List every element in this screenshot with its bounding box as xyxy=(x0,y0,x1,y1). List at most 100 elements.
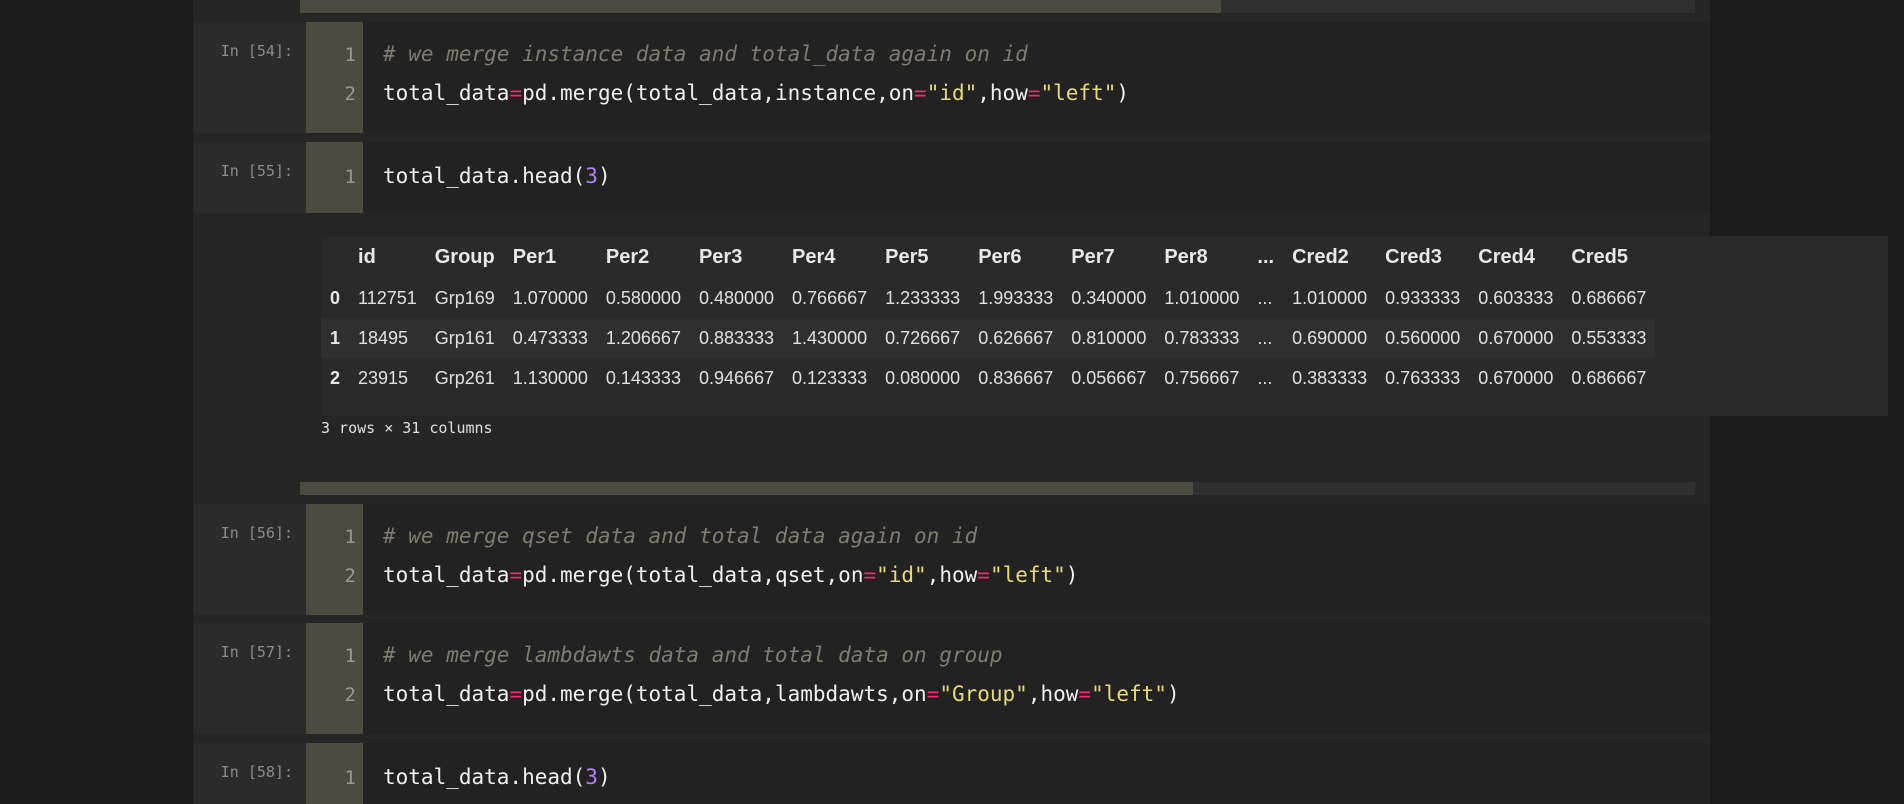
token-number: 3 xyxy=(585,765,598,789)
code-line: total_data.head(3) xyxy=(383,164,611,188)
line-number: 2 xyxy=(344,83,356,105)
table-cell: 0.670000 xyxy=(1478,367,1554,388)
line-number-gutter xyxy=(306,22,363,133)
token-string: "id" xyxy=(926,81,978,105)
table-cell: 1.993333 xyxy=(978,287,1054,308)
scrollbar-thumb[interactable] xyxy=(300,482,1193,495)
column-header: Per3 xyxy=(698,245,743,268)
cell-prompt: In [56]: xyxy=(220,524,293,542)
code-cell-54[interactable]: In [54]: 1 # we merge instance data and … xyxy=(193,22,1710,133)
dataframe-table[interactable]: id Group Per1 Per2 Per3 Per4 Per5 Per6 Per7 Per8.… xyxy=(321,236,1888,416)
column-header: Per4 xyxy=(792,245,836,268)
table-cell: 1.430000 xyxy=(792,327,868,348)
table-row: 2 23915 Grp261 1.130000 0.143333 0.946667 0.12… xyxy=(321,358,1655,398)
row-index: 2 xyxy=(330,367,341,388)
scrollbar-thumb[interactable] xyxy=(300,0,1221,13)
table-cell: Grp161 xyxy=(434,327,495,348)
cell-prompt: In [55]: xyxy=(220,162,293,180)
token-var: total_data xyxy=(383,682,510,706)
code-editor[interactable]: 1 # we merge qset data and total data ag… xyxy=(306,504,1710,615)
table-cell: 0.056667 xyxy=(1071,367,1147,388)
table-cell: 0.810000 xyxy=(1071,327,1147,348)
row-index: 1 xyxy=(330,327,341,348)
line-number-gutter xyxy=(306,504,363,615)
table-cell: 0.756667 xyxy=(1164,367,1240,388)
table-cell: 0.553333 xyxy=(1571,327,1647,348)
token-op: = xyxy=(926,682,940,706)
table-cell: 0.686667 xyxy=(1571,287,1647,308)
table-cell: ... xyxy=(1257,367,1273,388)
code-cell-55[interactable]: In [55]: 1 total_data.head(3) xyxy=(193,142,1710,213)
cell-prompt: In [58]: xyxy=(220,763,293,781)
token-text: ,how xyxy=(926,563,978,587)
table-cell: 0.690000 xyxy=(1292,327,1368,348)
table-cell: 0.670000 xyxy=(1478,327,1554,348)
table-cell: 0.340000 xyxy=(1071,287,1147,308)
column-header: Per2 xyxy=(605,245,650,268)
table-cell: ... xyxy=(1257,287,1273,308)
token-var: total_data xyxy=(383,563,510,587)
code-cell-56[interactable]: In [56]: 1 # we merge qset data and tota… xyxy=(193,504,1710,615)
table-cell: 18495 xyxy=(358,327,409,348)
table-cell: 0.123333 xyxy=(792,367,868,388)
table-cell: 1.130000 xyxy=(512,367,588,388)
token-string: "left" xyxy=(1040,81,1117,105)
code-line-comment: # we merge instance data and total_data … xyxy=(383,42,1028,66)
column-header: Cred4 xyxy=(1478,245,1535,268)
code-editor[interactable]: 1 # we merge lambdawts data and total da… xyxy=(306,623,1710,734)
table-cell: 1.070000 xyxy=(512,287,588,308)
code-cell-58[interactable]: In [58]: 1 total_data.head(3) xyxy=(193,743,1710,804)
code-editor[interactable]: 1 # we merge instance data and total_dat… xyxy=(306,22,1710,133)
table-cell: 1.010000 xyxy=(1292,287,1368,308)
table-cell: 1.206667 xyxy=(605,327,681,348)
token-op: = xyxy=(1078,682,1092,706)
column-header: Cred5 xyxy=(1571,245,1629,268)
table-cell: 0.783333 xyxy=(1164,327,1240,348)
code-editor[interactable]: 1 total_data.head(3) xyxy=(306,142,1710,213)
table-cell: 0.626667 xyxy=(978,327,1054,348)
output-scrollbar[interactable] xyxy=(300,482,1695,495)
table-cell: 0.383333 xyxy=(1292,367,1368,388)
table-cell: 1.233333 xyxy=(885,287,961,308)
code-cell-57[interactable]: In [57]: 1 # we merge lambdawts data and… xyxy=(193,623,1710,734)
token-text: ) xyxy=(1065,563,1079,587)
line-number-gutter xyxy=(306,623,363,734)
token-call: pd.merge(total_data,qset,on xyxy=(522,563,864,587)
code-line: total_data=pd.merge(total_data,instance,… xyxy=(383,81,1129,105)
table-body: 0 112751 Grp169 1.070000 0.580000 0.480000 0.7… xyxy=(321,278,1656,398)
column-header: Per1 xyxy=(512,245,557,268)
table-cell: 0.933333 xyxy=(1385,287,1461,308)
token-text: ) xyxy=(597,164,611,188)
table-cell: 0.580000 xyxy=(605,287,681,308)
code-line-comment: # we merge qset data and total data agai… xyxy=(383,524,978,548)
token-string: "left" xyxy=(989,563,1066,587)
token-string: "id" xyxy=(876,563,927,587)
column-header: id xyxy=(358,245,376,268)
table-cell: 0.883333 xyxy=(698,327,775,348)
column-header xyxy=(321,236,349,278)
column-header: Cred3 xyxy=(1385,245,1442,268)
token-text: ,how xyxy=(1027,682,1079,706)
code-line: total_data=pd.merge(total_data,qset,on="… xyxy=(383,563,1078,587)
table-cell: Grp169 xyxy=(434,287,495,308)
line-number: 1 xyxy=(344,645,356,667)
line-number: 2 xyxy=(344,565,356,587)
table-cell: 0.143333 xyxy=(605,367,681,388)
row-index: 0 xyxy=(330,287,341,308)
column-header: Per8 xyxy=(1164,245,1208,268)
table-cell: 112751 xyxy=(358,287,417,308)
line-number: 1 xyxy=(344,166,356,188)
code-line: total_data.head(3) xyxy=(383,765,611,789)
token-op: = xyxy=(977,563,990,587)
table-cell: 0.603333 xyxy=(1478,287,1554,308)
cell-prompt: In [57]: xyxy=(220,643,293,661)
token-call: total_data.head( xyxy=(383,765,586,789)
column-header: Cred2 xyxy=(1292,245,1349,268)
token-call: pd.merge(total_data,lambdawts,on xyxy=(522,682,927,706)
column-header: Per5 xyxy=(885,245,929,268)
table-cell: 0.726667 xyxy=(885,327,961,348)
line-number: 1 xyxy=(344,526,356,548)
code-editor[interactable]: 1 total_data.head(3) xyxy=(306,743,1710,804)
table-cell: 0.763333 xyxy=(1385,367,1461,388)
top-output-scrollbar[interactable] xyxy=(300,0,1695,13)
